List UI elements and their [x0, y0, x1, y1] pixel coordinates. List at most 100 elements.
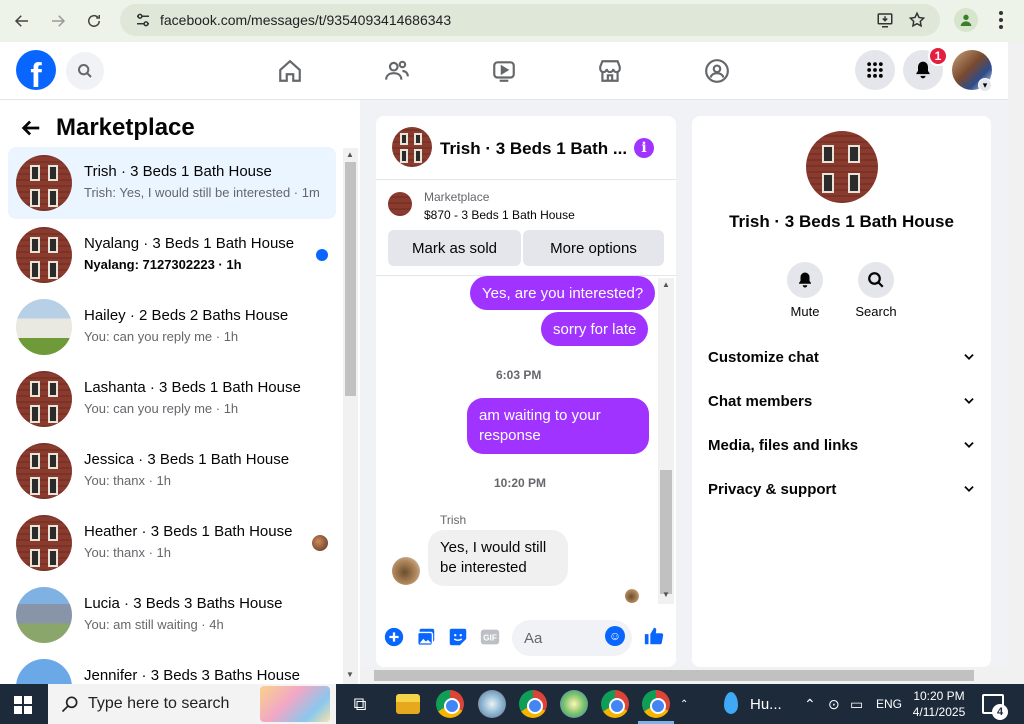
windows-start-icon[interactable] — [14, 696, 32, 714]
listing-card: Marketplace $870 - 3 Beds 1 Bath House M… — [376, 180, 676, 276]
task-view-icon[interactable]: ⧉ — [346, 690, 374, 718]
listing-thumbnail — [16, 299, 72, 355]
chrome-profile-icon[interactable] — [519, 690, 547, 718]
message-timestamp: 6:03 PM — [496, 368, 542, 382]
scroll-down-icon[interactable]: ▼ — [662, 590, 670, 599]
conversation-item[interactable]: Lucia · 3 Beds 3 Baths House You: am sti… — [8, 579, 336, 651]
scroll-down-icon[interactable]: ▼ — [346, 670, 354, 679]
back-arrow-icon[interactable] — [20, 117, 42, 139]
chrome-icon[interactable] — [436, 690, 464, 718]
outgoing-message[interactable]: am waiting to your response — [467, 398, 649, 454]
conversation-snippet: You: can you reply me · 1h — [84, 401, 239, 416]
seen-avatar — [312, 535, 328, 551]
conversation-item[interactable]: Jennifer · 3 Beds 3 Baths House — [8, 651, 336, 684]
app-icon[interactable] — [478, 690, 506, 718]
outgoing-message[interactable]: Yes, are you interested? — [470, 276, 656, 310]
url-text[interactable]: facebook.com/messages/t/9354093414686343 — [160, 12, 451, 28]
section-label: Customize chat — [708, 348, 819, 366]
network-icon[interactable]: ▭ — [850, 684, 863, 724]
forward-icon[interactable] — [40, 3, 76, 39]
message-thread-scrollbar[interactable]: ▲ ▼ — [658, 278, 674, 604]
chevron-down-icon — [964, 398, 974, 404]
horizontal-scrollbar[interactable] — [360, 667, 1008, 684]
mute-button[interactable]: Mute — [775, 262, 835, 319]
sticker-icon[interactable] — [447, 626, 469, 648]
scrollbar-thumb[interactable] — [345, 162, 356, 396]
page-scrollbar[interactable] — [1008, 42, 1024, 684]
browser-menu-icon[interactable] — [994, 10, 1008, 30]
like-thumb-icon[interactable] — [643, 625, 665, 647]
reload-icon[interactable] — [76, 3, 112, 39]
conversation-item[interactable]: Nyalang · 3 Beds 1 Bath House Nyalang: 7… — [8, 219, 336, 291]
account-chevron-icon[interactable]: ▾ — [978, 78, 992, 92]
mark-as-sold-button[interactable]: Mark as sold — [388, 230, 521, 266]
weather-label[interactable]: Hu... — [750, 684, 782, 724]
scroll-up-icon[interactable]: ▲ — [662, 280, 670, 289]
more-options-button[interactable]: More options — [523, 230, 664, 266]
scroll-up-icon[interactable]: ▲ — [346, 150, 354, 159]
conversation-item[interactable]: Jessica · 3 Beds 1 Bath House You: thanx… — [8, 435, 336, 507]
conversation-item[interactable]: Heather · 3 Beds 1 Bath House You: thanx… — [8, 507, 336, 579]
chrome-profile-icon[interactable] — [601, 690, 629, 718]
home-icon[interactable] — [275, 56, 305, 86]
clock-date: 4/11/2025 — [912, 705, 966, 719]
conversation-name: Hailey · 2 Beds 2 Baths House — [84, 307, 289, 324]
marketplace-icon[interactable] — [595, 56, 625, 86]
add-plus-icon[interactable] — [383, 626, 405, 648]
media-files-links-section[interactable]: Media, files and links — [708, 423, 976, 467]
search-in-conversation-button[interactable]: Search — [846, 262, 906, 319]
site-info-icon[interactable] — [134, 11, 152, 29]
conversation-item[interactable]: Lashanta · 3 Beds 1 Bath House You: can … — [8, 363, 336, 435]
app-icon[interactable] — [560, 690, 588, 718]
groups-icon[interactable] — [702, 56, 732, 86]
incoming-message[interactable]: Yes, I would still be interested — [428, 530, 568, 586]
bookmark-star-icon[interactable] — [908, 11, 926, 29]
taskbar-search-box[interactable]: Type here to search — [48, 684, 336, 724]
taskbar-overflow-icon[interactable]: ⌃ — [680, 684, 688, 724]
photo-icon[interactable] — [415, 626, 437, 648]
bell-icon[interactable] — [787, 262, 823, 298]
chat-avatar[interactable] — [392, 127, 432, 167]
address-bar[interactable]: facebook.com/messages/t/9354093414686343 — [120, 4, 940, 36]
conversation-list-scrollbar[interactable]: ▲ ▼ — [343, 148, 358, 684]
apps-menu-icon[interactable] — [855, 50, 895, 90]
listing-thumbnail — [16, 227, 72, 283]
section-label: Privacy & support — [708, 480, 837, 498]
privacy-support-section[interactable]: Privacy & support — [708, 467, 976, 511]
friends-icon[interactable] — [382, 56, 412, 86]
emoji-icon[interactable]: ☺ — [605, 626, 625, 646]
browser-profile-icon[interactable] — [954, 8, 978, 32]
customize-chat-section[interactable]: Customize chat — [708, 335, 976, 379]
chrome-profile-icon[interactable] — [642, 690, 670, 718]
weather-icon[interactable] — [724, 692, 738, 714]
conversation-item[interactable]: Hailey · 2 Beds 2 Baths House You: can y… — [8, 291, 336, 363]
tray-chevron-icon[interactable]: ⌃ — [804, 684, 816, 724]
listing-thumbnail[interactable] — [806, 131, 878, 203]
language-indicator[interactable]: ENG — [876, 684, 902, 724]
chat-members-section[interactable]: Chat members — [708, 379, 976, 423]
info-icon[interactable]: i — [634, 138, 654, 158]
listing-thumbnail — [388, 192, 412, 216]
facebook-logo[interactable]: f — [16, 50, 56, 90]
chat-title[interactable]: Trish · 3 Beds 1 Bath ... — [440, 139, 627, 159]
search-icon[interactable] — [858, 262, 894, 298]
scrollbar-thumb[interactable] — [660, 470, 672, 594]
conversation-item[interactable]: Trish · 3 Beds 1 Bath House Trish: Yes, … — [8, 147, 336, 219]
search-icon[interactable] — [66, 52, 104, 90]
back-icon[interactable] — [4, 3, 40, 39]
gif-icon[interactable]: GIF — [479, 626, 501, 648]
listing-thumbnail — [16, 659, 72, 684]
file-explorer-icon[interactable] — [396, 694, 420, 714]
outgoing-message[interactable]: sorry for late — [541, 312, 649, 346]
sender-avatar[interactable] — [392, 557, 420, 585]
conversation-name: Trish · 3 Beds 1 Bath House — [84, 163, 272, 180]
chevron-down-icon — [964, 486, 974, 492]
tray-icon[interactable]: ⊙ — [828, 684, 840, 724]
clock[interactable]: 10:20 PM 4/11/2025 — [904, 688, 974, 720]
conversation-details-panel: Trish · 3 Beds 1 Bath House Mute Search … — [692, 116, 991, 667]
scrollbar-thumb[interactable] — [374, 670, 974, 681]
video-icon[interactable] — [489, 56, 519, 86]
install-app-icon[interactable] — [876, 11, 894, 29]
listing-price[interactable]: $870 - 3 Beds 1 Bath House — [424, 208, 575, 222]
chat-header: Trish · 3 Beds 1 Bath ... i — [376, 116, 676, 180]
